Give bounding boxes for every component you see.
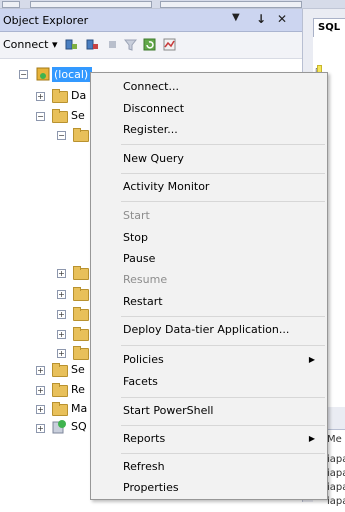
menu-separator <box>121 345 325 346</box>
menu-separator <box>121 173 325 174</box>
menu-item-properties[interactable]: Properties <box>91 477 327 499</box>
expand-icon[interactable]: + <box>36 405 45 414</box>
folder-icon <box>73 287 89 301</box>
connect-button[interactable]: Connect ▾ <box>3 38 58 51</box>
message-line: iapa <box>327 468 345 479</box>
tree-node-databases[interactable]: Da <box>71 89 86 102</box>
folder-icon <box>52 402 68 416</box>
menu-item-policies[interactable]: Policies ▶ <box>91 349 327 371</box>
object-explorer-title-bar: Object Explorer ▼ ↓ ✕ <box>0 9 302 32</box>
menu-separator <box>121 316 325 317</box>
tree-node-management[interactable]: Ma <box>71 402 87 415</box>
menu-item-activity-monitor[interactable]: Activity Monitor <box>91 176 327 198</box>
menu-item-pause[interactable]: Pause <box>91 248 327 270</box>
menu-separator <box>121 453 325 454</box>
folder-icon <box>52 89 68 103</box>
expand-icon[interactable]: + <box>57 310 66 319</box>
tree-node-root[interactable]: (local) <box>54 68 88 81</box>
activity-monitor-icon[interactable] <box>163 38 176 51</box>
menu-item-refresh[interactable]: Refresh <box>91 456 327 478</box>
expand-icon[interactable]: + <box>57 290 66 299</box>
submenu-arrow-icon: ▶ <box>308 355 315 364</box>
folder-icon <box>73 307 89 321</box>
close-icon[interactable]: ✕ <box>277 12 287 26</box>
folder-icon <box>73 266 89 280</box>
collapse-icon[interactable]: − <box>36 112 45 121</box>
query-tab[interactable]: SQL <box>313 18 345 37</box>
menu-separator <box>121 201 325 202</box>
expand-icon[interactable]: + <box>36 366 45 375</box>
expand-icon[interactable]: + <box>36 424 45 433</box>
folder-icon <box>73 128 89 142</box>
menu-item-facets[interactable]: Facets <box>91 371 327 393</box>
tree-node-server-objects[interactable]: Se <box>71 363 85 376</box>
refresh-icon[interactable] <box>143 38 156 51</box>
main-toolbar <box>0 0 345 9</box>
menu-separator <box>121 397 325 398</box>
expand-icon[interactable]: + <box>36 92 45 101</box>
menu-separator <box>121 425 325 426</box>
collapse-icon[interactable]: − <box>57 131 66 140</box>
expand-icon[interactable]: + <box>57 330 66 339</box>
tree-node-security[interactable]: Se <box>71 109 85 122</box>
menu-item-deploy-data-tier[interactable]: Deploy Data-tier Application... <box>91 319 327 341</box>
pin-icon[interactable]: ↓ <box>256 12 266 26</box>
menu-item-reports[interactable]: Reports ▶ <box>91 428 327 450</box>
message-line: iapa <box>327 482 345 493</box>
toolbar-combo[interactable] <box>30 1 152 8</box>
folder-icon <box>52 383 68 397</box>
menu-item-connect[interactable]: Connect... <box>91 76 327 98</box>
server-icon <box>36 67 50 81</box>
menu-separator <box>121 144 325 145</box>
toolbar-button[interactable] <box>2 1 20 8</box>
expand-icon[interactable]: + <box>57 349 66 358</box>
panel-title: Object Explorer <box>3 14 89 27</box>
tree-node-replication[interactable]: Re <box>71 383 85 396</box>
folder-icon <box>73 346 89 360</box>
sql-agent-icon <box>52 420 66 434</box>
disconnect-db-icon[interactable] <box>86 38 99 51</box>
message-line: iapa <box>327 454 345 465</box>
menu-item-start: Start <box>123 209 150 222</box>
folder-icon <box>52 363 68 377</box>
messages-tab[interactable]: Me <box>327 434 342 445</box>
dropdown-icon[interactable]: ▼ <box>232 12 240 23</box>
toolbar-combo[interactable] <box>160 1 302 8</box>
connect-db-icon[interactable] <box>65 38 78 51</box>
object-explorer-toolbar: Connect ▾ <box>0 32 302 59</box>
expand-icon[interactable]: + <box>57 269 66 278</box>
menu-item-new-query[interactable]: New Query <box>91 148 327 170</box>
menu-item-start-powershell[interactable]: Start PowerShell <box>91 400 327 422</box>
stop-icon[interactable] <box>106 38 119 51</box>
filter-icon[interactable] <box>124 38 137 51</box>
expand-icon[interactable]: + <box>36 386 45 395</box>
context-menu: Connect... Disconnect Register... New Qu… <box>90 72 328 500</box>
submenu-arrow-icon: ▶ <box>308 434 315 443</box>
menu-item-resume: Resume <box>123 273 168 286</box>
tree-node-sql-agent[interactable]: SQ <box>71 420 87 433</box>
collapse-icon[interactable]: − <box>19 70 28 79</box>
menu-item-disconnect[interactable]: Disconnect <box>91 98 327 120</box>
menu-item-register[interactable]: Register... <box>91 119 327 141</box>
folder-icon <box>73 327 89 341</box>
menu-item-stop[interactable]: Stop <box>91 227 327 249</box>
folder-icon <box>52 109 68 123</box>
menu-item-restart[interactable]: Restart <box>91 291 327 313</box>
